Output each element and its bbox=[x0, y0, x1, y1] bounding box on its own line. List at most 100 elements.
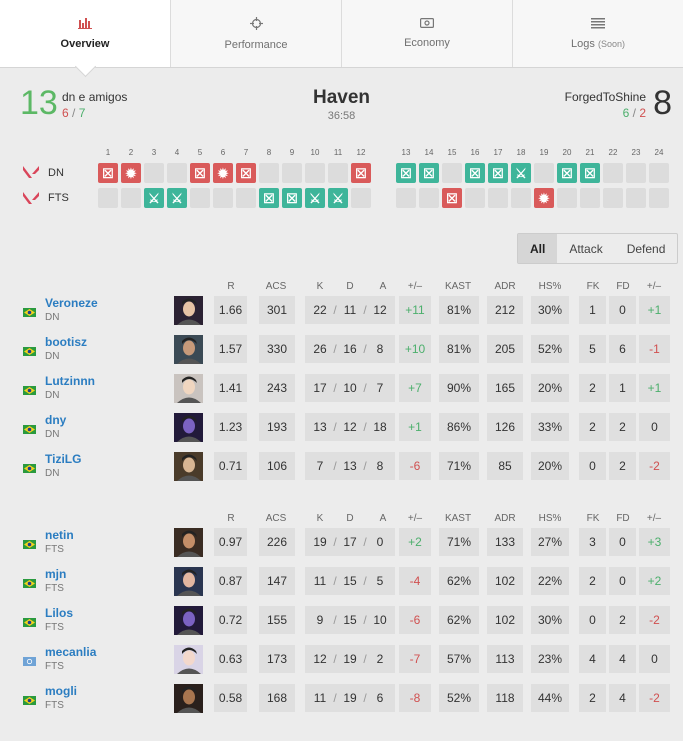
stat-acs: 301 bbox=[259, 296, 295, 324]
stat-kast: 81% bbox=[439, 335, 479, 363]
team2-round-13[interactable] bbox=[396, 188, 416, 208]
team2-round-17[interactable] bbox=[488, 188, 508, 208]
stat-acs: 155 bbox=[259, 606, 295, 634]
team2-round-16[interactable] bbox=[465, 188, 485, 208]
team2-round-10[interactable]: ⚔ bbox=[305, 188, 325, 208]
team1-round-2[interactable]: ✹ bbox=[121, 163, 141, 183]
stat-adr: 102 bbox=[487, 567, 523, 595]
team2-round-6[interactable] bbox=[213, 188, 233, 208]
filter-all-button[interactable]: All bbox=[518, 234, 558, 263]
team2-round-4[interactable]: ⚔ bbox=[167, 188, 187, 208]
player-name-link[interactable]: Lilos bbox=[45, 606, 73, 620]
team1-round-6[interactable]: ✹ bbox=[213, 163, 233, 183]
tab-performance[interactable]: Performance bbox=[171, 0, 342, 67]
column-header: R bbox=[227, 513, 235, 524]
stat-r: 0.97 bbox=[214, 528, 247, 556]
team1-round-10[interactable] bbox=[305, 163, 325, 183]
money-icon bbox=[420, 18, 434, 28]
stat-r: 0.63 bbox=[214, 645, 247, 673]
stat-assists: 6 bbox=[376, 691, 384, 705]
column-header: ACS bbox=[265, 513, 287, 524]
round-number: 7 bbox=[243, 148, 249, 157]
team2-round-20[interactable] bbox=[557, 188, 577, 208]
team2-round-1[interactable] bbox=[98, 188, 118, 208]
tab-logs[interactable]: Logs (Soon) bbox=[513, 0, 683, 67]
spike-defused-icon: ⚔ bbox=[309, 190, 321, 206]
team2-round-19[interactable]: ✹ bbox=[534, 188, 554, 208]
player-team: DN bbox=[45, 351, 60, 362]
team1-round-14[interactable]: ☒ bbox=[419, 163, 439, 183]
stat-assists: 10 bbox=[373, 613, 387, 627]
player-name-link[interactable]: mecanlia bbox=[45, 645, 96, 659]
team1-round-5[interactable]: ☒ bbox=[190, 163, 210, 183]
spike-detonated-icon: ✹ bbox=[217, 165, 229, 181]
team2-round-11[interactable]: ⚔ bbox=[328, 188, 348, 208]
team1-round-11[interactable] bbox=[328, 163, 348, 183]
player-name-link[interactable]: Lutzinnn bbox=[45, 374, 95, 388]
filter-attack-button[interactable]: Attack bbox=[557, 234, 614, 263]
team1-round-3[interactable] bbox=[144, 163, 164, 183]
stat-fd: 2 bbox=[609, 413, 636, 441]
tab-bar: Overview Performance Economy Logs (Soon) bbox=[0, 0, 683, 68]
team2-round-21[interactable] bbox=[580, 188, 600, 208]
team1-round-13[interactable]: ☒ bbox=[396, 163, 416, 183]
team2-round-18[interactable] bbox=[511, 188, 531, 208]
stat-deaths: 17 bbox=[343, 535, 357, 549]
spike-defused-icon: ⚔ bbox=[171, 190, 183, 206]
team1-round-21[interactable]: ☒ bbox=[580, 163, 600, 183]
team1-round-1[interactable]: ☒ bbox=[98, 163, 118, 183]
player-name-link[interactable]: mjn bbox=[45, 567, 66, 581]
slash-separator: / bbox=[333, 381, 337, 395]
team2-round-9[interactable]: ☒ bbox=[282, 188, 302, 208]
team2-round-12[interactable] bbox=[351, 188, 371, 208]
team1-round-15[interactable] bbox=[442, 163, 462, 183]
player-name-link[interactable]: mogli bbox=[45, 684, 77, 698]
team2-round-2[interactable] bbox=[121, 188, 141, 208]
stat-kda: 22 / 11 / 12 bbox=[305, 296, 395, 324]
brazil-flag-icon bbox=[23, 347, 36, 356]
stat-kast: 90% bbox=[439, 374, 479, 402]
player-name-link[interactable]: netin bbox=[45, 528, 74, 542]
player-team: FTS bbox=[45, 622, 64, 633]
stat-hs: 30% bbox=[531, 606, 569, 634]
player-name-link[interactable]: bootisz bbox=[45, 335, 87, 349]
team1-round-7[interactable]: ☒ bbox=[236, 163, 256, 183]
team2-round-7[interactable] bbox=[236, 188, 256, 208]
stat-fk: 3 bbox=[579, 528, 606, 556]
team2-round-23[interactable] bbox=[626, 188, 646, 208]
team1-round-20[interactable]: ☒ bbox=[557, 163, 577, 183]
team2-round-8[interactable]: ☒ bbox=[259, 188, 279, 208]
team2-round-14[interactable] bbox=[419, 188, 439, 208]
team2-round-22[interactable] bbox=[603, 188, 623, 208]
team1-round-22[interactable] bbox=[603, 163, 623, 183]
team1-round-4[interactable] bbox=[167, 163, 187, 183]
round-number: 12 bbox=[356, 148, 366, 157]
team1-round-19[interactable] bbox=[534, 163, 554, 183]
tab-overview[interactable]: Overview bbox=[0, 0, 171, 67]
team2-round-3[interactable]: ⚔ bbox=[144, 188, 164, 208]
filter-defend-button[interactable]: Defend bbox=[615, 234, 678, 263]
team2-round-15[interactable]: ☒ bbox=[442, 188, 462, 208]
tab-economy[interactable]: Economy bbox=[342, 0, 513, 67]
player-row: Veroneze DN 1.66 301 22 / 11 / 12 +11 81% 212 30% 1 0 +… bbox=[0, 296, 683, 328]
team1-round-12[interactable]: ☒ bbox=[351, 163, 371, 183]
player-name-link[interactable]: Veroneze bbox=[45, 296, 98, 310]
team1-round-16[interactable]: ☒ bbox=[465, 163, 485, 183]
stat-fd: 1 bbox=[609, 374, 636, 402]
team1-round-17[interactable]: ☒ bbox=[488, 163, 508, 183]
team1-short-label: DN bbox=[48, 167, 64, 179]
team1-round-9[interactable] bbox=[282, 163, 302, 183]
stat-kast: 62% bbox=[439, 567, 479, 595]
player-name-link[interactable]: dny bbox=[45, 413, 66, 427]
stat-hs: 27% bbox=[531, 528, 569, 556]
stat-kills: 26 bbox=[313, 342, 327, 356]
team1-round-18[interactable]: ⚔ bbox=[511, 163, 531, 183]
slash-separator: / bbox=[333, 420, 337, 434]
team1-round-23[interactable] bbox=[626, 163, 646, 183]
team1-round-24[interactable] bbox=[649, 163, 669, 183]
team2-round-5[interactable] bbox=[190, 188, 210, 208]
table-header: R ACS K D A +/– KAST ADR HS% FK FD +/– bbox=[0, 513, 683, 527]
team2-round-24[interactable] bbox=[649, 188, 669, 208]
player-name-link[interactable]: TiziLG bbox=[45, 452, 81, 466]
team1-round-8[interactable] bbox=[259, 163, 279, 183]
